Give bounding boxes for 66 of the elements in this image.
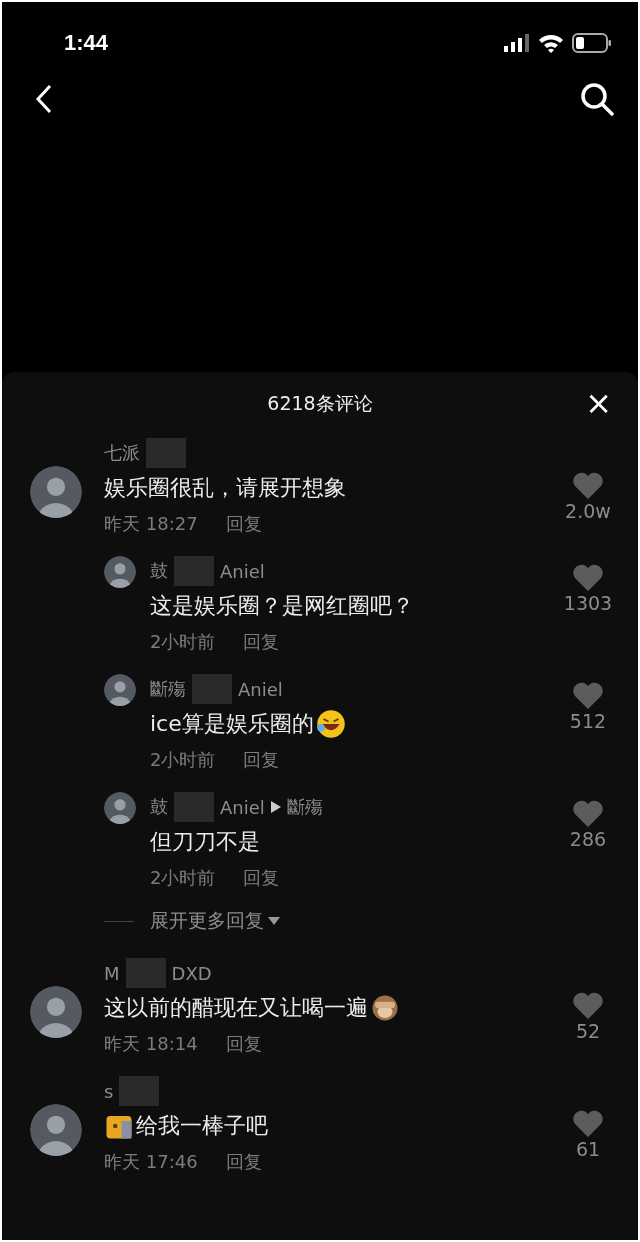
back-icon[interactable] <box>34 84 54 114</box>
user-name[interactable]: DXD <box>171 962 212 984</box>
avatar[interactable] <box>30 466 82 518</box>
like-count: 512 <box>569 710 607 732</box>
battery-icon <box>572 33 612 53</box>
user-name[interactable]: 斷殤 <box>286 795 323 819</box>
wifi-icon <box>538 33 564 53</box>
heart-icon[interactable] <box>572 800 604 828</box>
redaction-block <box>174 792 214 822</box>
comment-time: 2小时前 <box>150 866 216 890</box>
comment-time: 昨天 17:46 <box>104 1150 198 1174</box>
like-count: 286 <box>569 828 607 850</box>
redaction-block <box>125 958 166 988</box>
comment-time: 昨天 18:14 <box>104 1032 198 1056</box>
like-count: 2.0w <box>565 500 611 522</box>
user-name[interactable]: Aniel <box>238 678 283 700</box>
user-name[interactable]: 鼓 <box>150 559 168 583</box>
heart-icon[interactable] <box>572 682 604 710</box>
avatar[interactable] <box>104 792 136 824</box>
comment-text: 这以前的醋现在又让喝一遍 <box>104 994 368 1022</box>
like-count: 52 <box>575 1020 601 1042</box>
laughing-emoji-icon <box>315 709 346 739</box>
close-button[interactable]: × <box>581 386 616 420</box>
user-name[interactable]: 斷殤 <box>150 677 186 701</box>
reply-link[interactable]: 回复 <box>225 512 262 536</box>
like-count: 1303 <box>563 592 613 614</box>
comment-text: 娱乐圈很乱，请展开想象 <box>104 474 346 502</box>
comment-count-title: 6218条评论 <box>267 391 373 416</box>
reply-link[interactable]: 回复 <box>225 1150 262 1174</box>
comment-text: 但刀刀不是 <box>150 828 260 856</box>
comment-text: ice算是娱乐圈的 <box>150 710 314 738</box>
user-name[interactable]: s <box>104 1080 114 1102</box>
comment-text: 给我一棒子吧 <box>136 1112 268 1140</box>
status-time: 1:44 <box>64 30 109 56</box>
avatar[interactable] <box>30 1104 82 1156</box>
user-name[interactable]: M <box>104 962 120 984</box>
reply-link[interactable]: 回复 <box>225 1032 262 1056</box>
redaction-block <box>146 438 186 468</box>
redaction-block <box>119 1076 160 1106</box>
comment-time: 昨天 18:27 <box>104 512 198 536</box>
comment-time: 2小时前 <box>150 630 216 654</box>
play-arrow-icon <box>270 801 281 813</box>
avatar[interactable] <box>104 674 136 706</box>
user-name[interactable]: Aniel <box>220 560 265 582</box>
search-icon[interactable] <box>580 82 614 116</box>
heart-icon[interactable] <box>572 472 604 500</box>
user-name[interactable]: Aniel <box>220 796 265 818</box>
redaction-block <box>192 674 232 704</box>
user-name[interactable]: 七派 <box>104 441 140 465</box>
comment-text: 这是娱乐圈？是网红圈吧？ <box>150 592 414 620</box>
monkey-emoji-icon <box>370 993 400 1023</box>
like-count: 61 <box>575 1138 601 1160</box>
avatar[interactable] <box>104 556 136 588</box>
redaction-block <box>174 556 214 586</box>
heart-icon[interactable] <box>572 1110 604 1138</box>
heart-icon[interactable] <box>572 992 604 1020</box>
reply-link[interactable]: 回复 <box>243 866 280 890</box>
avatar[interactable] <box>30 986 82 1038</box>
heart-icon[interactable] <box>572 564 604 592</box>
reply-link[interactable]: 回复 <box>243 748 280 772</box>
signal-icon <box>504 34 530 52</box>
user-name[interactable]: 鼓 <box>150 795 168 819</box>
expand-replies-button[interactable]: 展开更多回复 <box>150 908 280 934</box>
comment-time: 2小时前 <box>150 748 216 772</box>
caret-icon <box>268 917 280 925</box>
reply-link[interactable]: 回复 <box>243 630 280 654</box>
